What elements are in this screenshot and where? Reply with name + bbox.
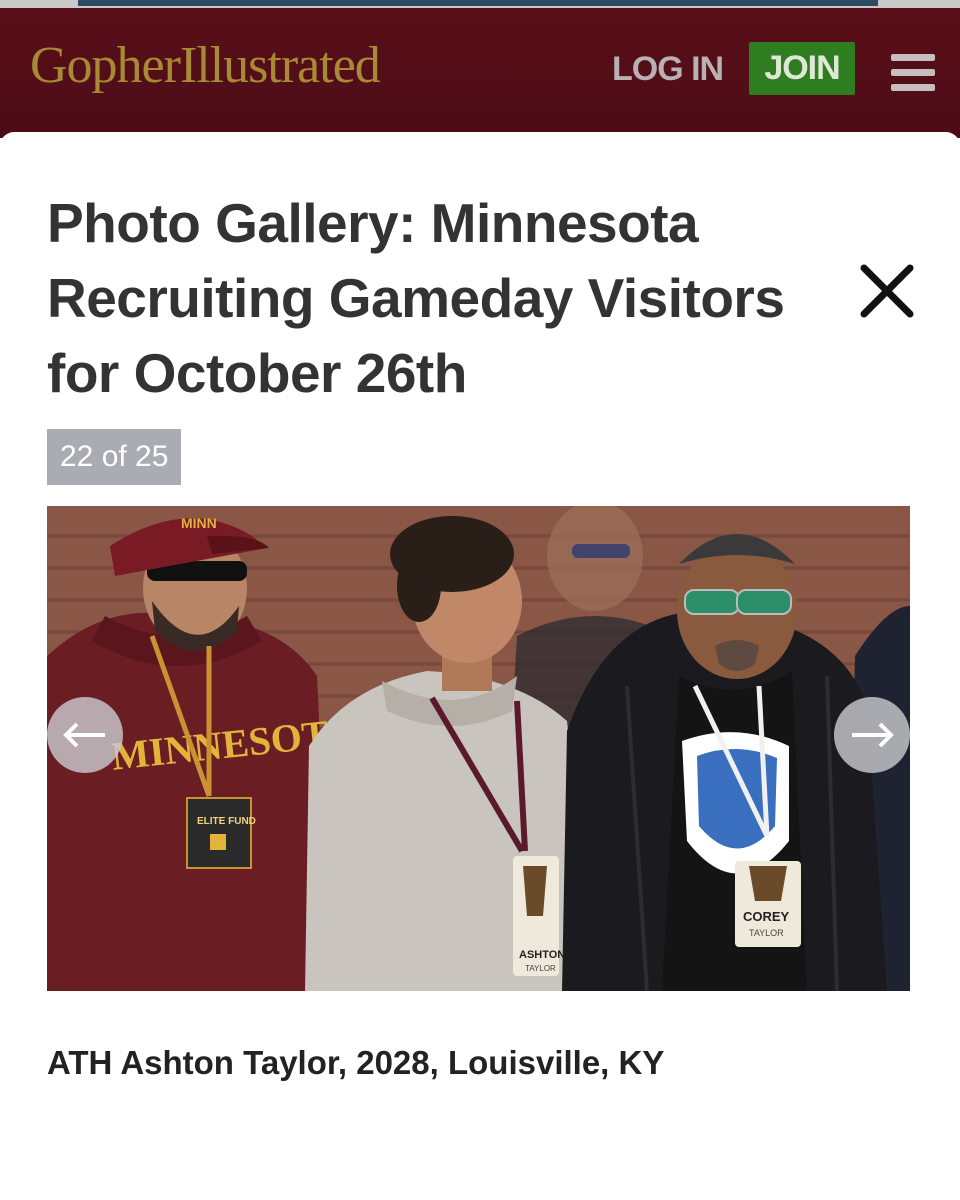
gallery-title: Photo Gallery: Minnesota Recruiting Game… [47, 192, 785, 404]
photo-caption: ATH Ashton Taylor, 2028, Louisville, KY [47, 1044, 665, 1081]
arrow-left-icon [63, 722, 105, 748]
close-icon[interactable] [856, 260, 918, 322]
badge-middle-sub: TAYLOR [525, 964, 556, 973]
login-link[interactable]: LOG IN [612, 50, 724, 89]
hamburger-menu-icon[interactable] [891, 52, 935, 92]
join-button[interactable]: JOIN [749, 42, 855, 95]
arrow-right-icon [852, 722, 894, 748]
badge-right-sub: TAYLOR [749, 928, 784, 938]
badge-left-text: ELITE FUND [197, 816, 256, 827]
prev-photo-button[interactable] [47, 697, 123, 773]
browser-top-strip [0, 0, 960, 8]
site-logo[interactable]: GopherIllustrated [30, 36, 381, 95]
badge-middle-text: ASHTON [519, 949, 565, 961]
site-header: GopherIllustrated LOG IN JOIN [0, 8, 960, 138]
next-photo-button[interactable] [834, 697, 910, 773]
gallery-photo: MINN MINNESOTA ELITE FUND ASHTON TAYLOR … [47, 506, 910, 991]
badge-right-text: COREY [743, 909, 790, 924]
cap-text: MINN [181, 515, 217, 531]
photo-counter: 22 of 25 [47, 429, 182, 485]
top-accent-bar [78, 0, 878, 6]
gallery-modal: Photo Gallery: Minnesota Recruiting Game… [0, 132, 960, 1200]
